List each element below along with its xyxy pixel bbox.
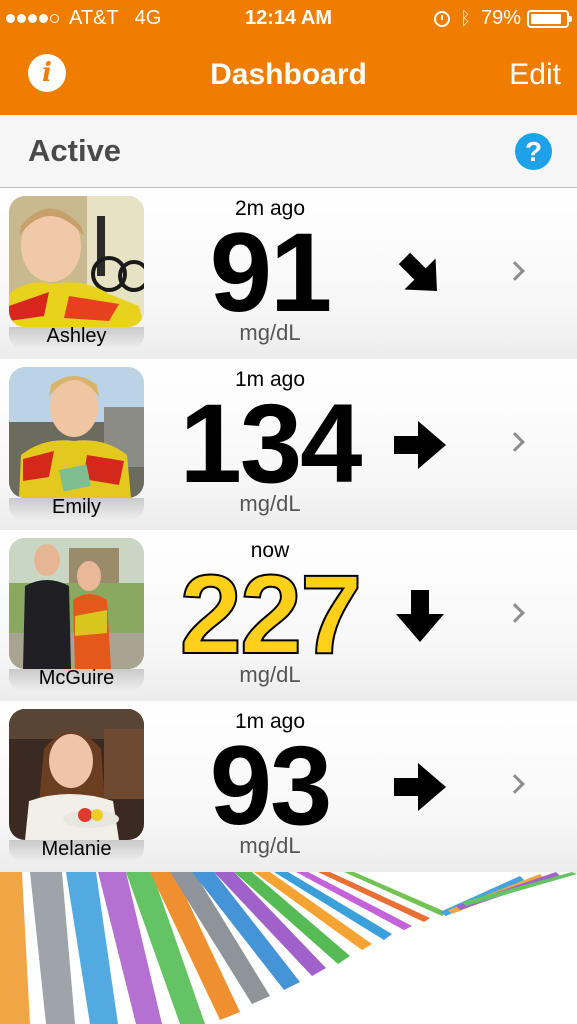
person-name: McGuire — [38, 667, 115, 689]
bluetooth-icon: ᛒ — [460, 8, 471, 28]
reading-row-melanie[interactable]: Melanie 1m ago 93 mg/dL — [0, 701, 577, 873]
help-icon[interactable]: ? — [515, 133, 552, 170]
avatar — [9, 196, 144, 327]
person-name: Melanie — [41, 838, 112, 860]
chevron-right-icon[interactable] — [505, 432, 525, 452]
chevron-right-icon[interactable] — [505, 774, 525, 794]
battery-percent: 79% — [480, 7, 521, 29]
reading-row-ashley[interactable]: Ashley 2m ago 91 mg/dL — [0, 188, 577, 360]
glucose-value: 134 — [179, 381, 363, 506]
glucose-unit: mg/dL — [239, 662, 301, 687]
person-name: Ashley — [46, 325, 107, 347]
chevron-right-icon[interactable] — [505, 603, 525, 623]
glucose-value: 227 — [179, 552, 364, 677]
decorative-ribbon-art — [0, 872, 577, 1024]
avatar — [9, 367, 144, 498]
edit-button[interactable]: Edit — [509, 58, 561, 92]
avatar — [9, 538, 144, 669]
avatar — [9, 709, 144, 840]
glucose-value: 93 — [209, 723, 333, 848]
battery-icon — [527, 9, 572, 28]
glucose-unit: mg/dL — [239, 491, 301, 516]
alarm-icon — [434, 10, 451, 27]
down-right-arrow-icon — [398, 252, 437, 291]
right-arrow-icon — [394, 421, 446, 469]
glucose-value: 91 — [209, 210, 333, 335]
status-bar: AT&T 4G 12:14 AM ᛒ 79% — [0, 0, 577, 36]
glucose-unit: mg/dL — [239, 833, 301, 858]
nav-bar: i Dashboard Edit — [0, 36, 577, 115]
status-right: ᛒ 79% — [434, 7, 572, 30]
right-arrow-icon — [394, 763, 446, 811]
reading-row-mcguire[interactable]: McGuire now 227 mg/dL — [0, 530, 577, 702]
page-title: Dashboard — [210, 58, 367, 91]
person-name: Emily — [52, 496, 101, 518]
down-arrow-icon — [396, 590, 444, 642]
chevron-right-icon[interactable] — [505, 261, 525, 281]
section-header: Active ? — [0, 115, 577, 188]
reading-row-emily[interactable]: Emily 1m ago 134 mg/dL — [0, 359, 577, 531]
glucose-unit: mg/dL — [239, 320, 301, 345]
section-title: Active — [28, 133, 122, 168]
